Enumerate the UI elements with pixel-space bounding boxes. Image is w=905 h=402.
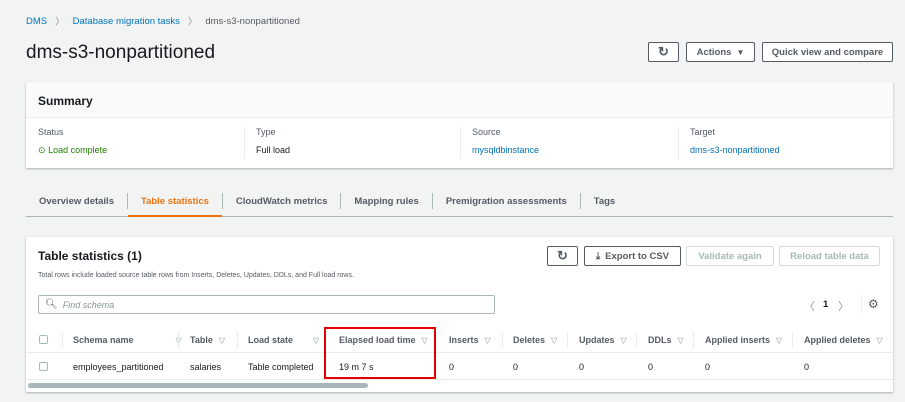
- tab-overview[interactable]: Overview details: [26, 193, 127, 209]
- column-label: Applied deletes: [804, 335, 871, 345]
- export-label: Export to CSV: [605, 250, 670, 262]
- reload-table-button[interactable]: Reload table data: [779, 246, 880, 266]
- horizontal-scrollbar[interactable]: [28, 383, 368, 388]
- column-header-table[interactable]: Table ▽: [190, 328, 225, 352]
- breadcrumb: DMS 〉 Database migration tasks 〉 dms-s3-…: [26, 14, 300, 29]
- column-label: Schema name: [73, 335, 134, 345]
- download-icon: ⤓: [595, 250, 601, 262]
- column-header-updates[interactable]: Updates ▽: [579, 328, 627, 352]
- column-header-applied-inserts[interactable]: Applied inserts ▽: [705, 328, 782, 352]
- cell-deletes: 0: [513, 362, 519, 372]
- column-label: Load state: [248, 335, 294, 345]
- status-value: Load complete: [48, 145, 108, 155]
- column-header-ddls[interactable]: DDLs ▽: [648, 328, 684, 352]
- export-csv-button[interactable]: ⤓ Export to CSV: [584, 246, 681, 266]
- tab-premigration[interactable]: Premigration assessments: [431, 193, 580, 209]
- column-label: Applied inserts: [705, 335, 771, 345]
- summary-panel: Summary Status ⊙ Load complete Type Full l…: [26, 82, 893, 168]
- actions-button[interactable]: Actions ▼: [686, 42, 755, 62]
- breadcrumb-tasks[interactable]: Database migration tasks: [73, 16, 180, 27]
- page-title: dms-s3-nonpartitioned: [26, 42, 216, 63]
- summary-title: Summary: [26, 82, 893, 118]
- search-placeholder: Find schema: [62, 299, 115, 310]
- type-label: Type: [256, 127, 276, 137]
- sort-icon[interactable]: ▽: [621, 336, 627, 345]
- column-label: Inserts: [449, 335, 479, 345]
- table-refresh-button[interactable]: ↻: [547, 246, 578, 266]
- sort-icon[interactable]: ▽: [313, 336, 319, 345]
- target-link[interactable]: dms-s3-nonpartitioned: [690, 145, 780, 155]
- target-label: Target: [690, 127, 716, 137]
- cell-applied-deletes: 0: [804, 362, 810, 372]
- breadcrumb-current: dms-s3-nonpartitioned: [205, 15, 300, 27]
- tab-bar: Overview details Table statistics CloudW…: [26, 186, 893, 217]
- chevron-right-icon: 〉: [55, 17, 65, 28]
- highlight-box: [324, 327, 436, 379]
- column-header-applied-deletes[interactable]: Applied deletes ▽: [804, 328, 883, 352]
- cell-schema: employees_partitioned: [73, 362, 164, 372]
- column-header-schema[interactable]: Schema name ▽: [73, 328, 182, 352]
- check-circle-icon: ⊙: [38, 145, 46, 155]
- tab-mapping-rules[interactable]: Mapping rules: [340, 193, 431, 209]
- sort-icon[interactable]: ▽: [678, 336, 684, 345]
- row-checkbox[interactable]: [39, 362, 48, 371]
- status-label: Status: [38, 127, 64, 137]
- next-page-icon[interactable]: 〉: [838, 298, 849, 314]
- cell-applied-inserts: 0: [705, 362, 711, 372]
- chevron-right-icon: 〉: [187, 17, 198, 28]
- breadcrumb-dms[interactable]: DMS: [26, 16, 47, 27]
- tab-table-statistics[interactable]: Table statistics: [126, 193, 222, 217]
- settings-gear-icon[interactable]: ⚙: [868, 297, 879, 311]
- table-stats-description: Total rows include loaded source table r…: [38, 272, 354, 279]
- search-input[interactable]: 🔍︎ Find schema: [38, 295, 495, 314]
- sort-icon[interactable]: ▽: [776, 336, 782, 345]
- refresh-icon: ↻: [557, 248, 568, 263]
- cell-updates: 0: [579, 362, 585, 372]
- column-header-inserts[interactable]: Inserts ▽: [449, 328, 491, 352]
- source-link[interactable]: mysqldbinstance: [472, 145, 539, 155]
- column-label: Deletes: [513, 335, 546, 345]
- table-stats-title: Table statistics (1): [38, 249, 142, 263]
- column-header-deletes[interactable]: Deletes ▽: [513, 328, 557, 352]
- tab-tags[interactable]: Tags: [579, 193, 628, 209]
- cell-load-state: Table completed: [248, 362, 314, 372]
- type-value: Full load: [256, 145, 291, 155]
- cell-ddls: 0: [648, 362, 654, 372]
- source-label: Source: [472, 127, 501, 137]
- select-all-checkbox[interactable]: [39, 335, 48, 344]
- refresh-button[interactable]: ↻: [648, 42, 679, 62]
- search-icon: 🔍︎: [45, 299, 58, 310]
- column-label: Updates: [579, 335, 615, 345]
- sort-icon[interactable]: ▽: [219, 336, 225, 345]
- prev-page-icon[interactable]: 〈: [804, 298, 815, 314]
- cell-inserts: 0: [449, 362, 455, 372]
- column-header-load-state[interactable]: Load state ▽: [248, 328, 319, 352]
- column-label: Table: [190, 335, 213, 345]
- cell-table: salaries: [190, 362, 222, 372]
- actions-label: Actions: [696, 46, 732, 58]
- tab-cloudwatch[interactable]: CloudWatch metrics: [221, 193, 341, 209]
- caret-down-icon: ▼: [736, 47, 745, 57]
- sort-icon[interactable]: ▽: [551, 336, 557, 345]
- sort-icon[interactable]: ▽: [877, 336, 883, 345]
- sort-icon[interactable]: ▽: [485, 336, 491, 345]
- validate-again-button[interactable]: Validate again: [686, 246, 774, 266]
- refresh-icon: ↻: [658, 44, 669, 59]
- quick-view-button[interactable]: Quick view and compare: [762, 42, 893, 62]
- page-number[interactable]: 1: [823, 299, 828, 310]
- column-label: DDLs: [648, 335, 672, 345]
